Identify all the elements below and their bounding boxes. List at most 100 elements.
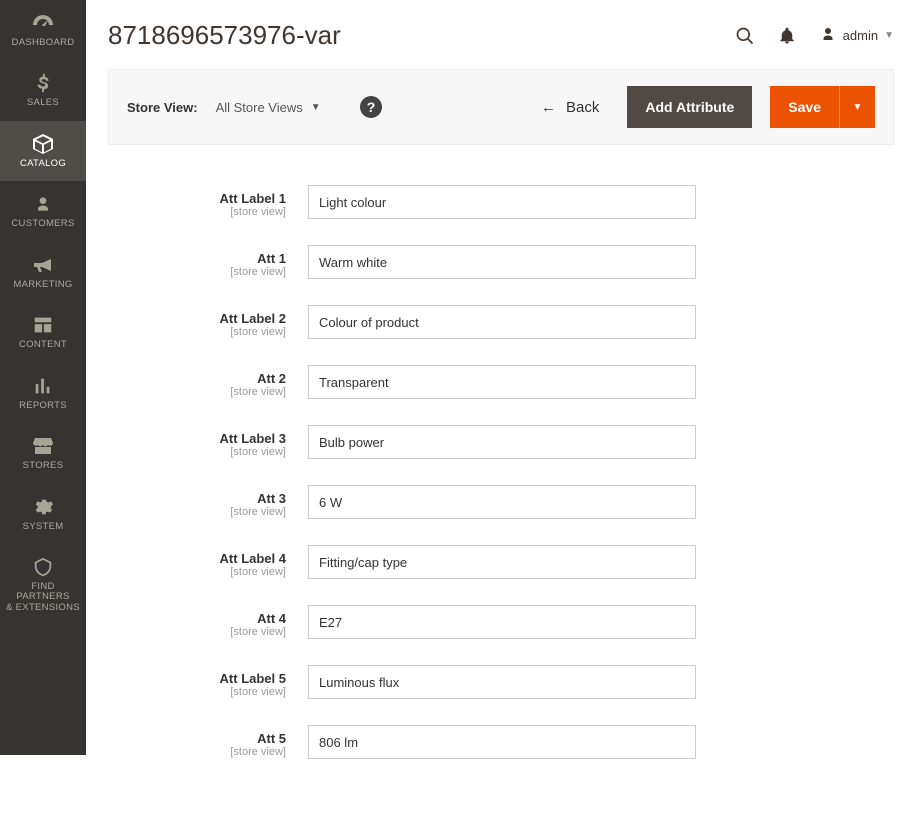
sidebar-item-marketing[interactable]: MARKETING (0, 242, 86, 302)
attribute-input[interactable] (308, 245, 696, 279)
field-input-col (308, 185, 696, 219)
caret-down-icon: ▼ (311, 102, 321, 113)
field-label: Att 2 (108, 371, 286, 386)
field-scope: [store view] (108, 686, 286, 698)
field-label-col: Att Label 1[store view] (108, 185, 308, 218)
sidebar-item-label: DASHBOARD (12, 38, 75, 48)
save-button[interactable]: Save (770, 86, 839, 128)
dollar-icon (32, 70, 54, 96)
field-label-col: Att Label 4[store view] (108, 545, 308, 578)
save-dropdown-toggle[interactable]: ▼ (839, 86, 875, 128)
field-scope: [store view] (108, 506, 286, 518)
attribute-input[interactable] (308, 425, 696, 459)
field-label-col: Att Label 5[store view] (108, 665, 308, 698)
field-scope: [store view] (108, 206, 286, 218)
bell-icon[interactable] (777, 26, 797, 46)
layout-icon (32, 312, 54, 338)
attribute-input[interactable] (308, 305, 696, 339)
sidebar-item-system[interactable]: SYSTEM (0, 484, 86, 544)
add-attribute-button[interactable]: Add Attribute (627, 86, 752, 128)
field-input-col (308, 725, 696, 759)
attribute-input[interactable] (308, 365, 696, 399)
help-icon[interactable]: ? (359, 95, 383, 119)
sidebar-item-dashboard[interactable]: DASHBOARD (0, 0, 86, 60)
bar-chart-icon (32, 373, 54, 399)
field-scope: [store view] (108, 266, 286, 278)
admin-sidebar: DASHBOARD SALES CATALOG CUSTOMERS MARKET… (0, 0, 86, 755)
page-header: 8718696573976-var admin ▼ (86, 0, 916, 69)
field-label: Att 1 (108, 251, 286, 266)
back-button[interactable]: ← Back (531, 99, 609, 116)
user-name: admin (843, 28, 878, 43)
sidebar-item-sales[interactable]: SALES (0, 60, 86, 120)
puzzle-icon (32, 554, 54, 580)
field-scope: [store view] (108, 566, 286, 578)
box-icon (31, 131, 55, 157)
field-input-col (308, 245, 696, 279)
sidebar-item-stores[interactable]: STORES (0, 423, 86, 483)
caret-down-icon: ▼ (853, 102, 863, 113)
sidebar-item-label: REPORTS (19, 401, 67, 411)
page-title: 8718696573976-var (108, 20, 341, 51)
field-label-col: Att 2[store view] (108, 365, 308, 398)
form-row: Att 5[store view] (108, 725, 894, 759)
attribute-input[interactable] (308, 665, 696, 699)
user-icon (819, 25, 837, 46)
field-input-col (308, 365, 696, 399)
form-row: Att Label 4[store view] (108, 545, 894, 579)
field-label: Att 4 (108, 611, 286, 626)
field-input-col (308, 485, 696, 519)
sidebar-item-partners[interactable]: FIND PARTNERS & EXTENSIONS (0, 544, 86, 625)
sidebar-item-content[interactable]: CONTENT (0, 302, 86, 362)
field-scope: [store view] (108, 446, 286, 458)
sidebar-item-reports[interactable]: REPORTS (0, 363, 86, 423)
form-row: Att Label 3[store view] (108, 425, 894, 459)
caret-down-icon: ▼ (884, 30, 894, 41)
sidebar-item-label: STORES (23, 461, 64, 471)
gauge-icon (31, 10, 55, 36)
attribute-input[interactable] (308, 725, 696, 759)
store-view-value: All Store Views (216, 100, 303, 115)
header-actions: admin ▼ (735, 25, 894, 46)
form-row: Att Label 1[store view] (108, 185, 894, 219)
back-label: Back (566, 99, 599, 116)
field-label: Att Label 1 (108, 191, 286, 206)
form-row: Att 2[store view] (108, 365, 894, 399)
field-label: Att Label 3 (108, 431, 286, 446)
store-view-switcher[interactable]: All Store Views ▼ (216, 100, 321, 115)
field-input-col (308, 425, 696, 459)
field-input-col (308, 665, 696, 699)
form-row: Att 3[store view] (108, 485, 894, 519)
field-input-col (308, 605, 696, 639)
sidebar-item-label: CATALOG (20, 159, 66, 169)
sidebar-item-label: SYSTEM (23, 522, 64, 532)
sidebar-item-label: SALES (27, 98, 59, 108)
search-icon[interactable] (735, 26, 755, 46)
main-content: 8718696573976-var admin ▼ Store View: Al… (86, 0, 916, 825)
attribute-input[interactable] (308, 485, 696, 519)
sidebar-item-customers[interactable]: CUSTOMERS (0, 181, 86, 241)
field-label: Att 3 (108, 491, 286, 506)
field-label: Att Label 4 (108, 551, 286, 566)
field-label: Att Label 5 (108, 671, 286, 686)
field-label: Att Label 2 (108, 311, 286, 326)
sidebar-item-label: CUSTOMERS (11, 219, 74, 229)
arrow-left-icon: ← (541, 99, 556, 116)
sidebar-item-catalog[interactable]: CATALOG (0, 121, 86, 181)
field-label: Att 5 (108, 731, 286, 746)
form-row: Att Label 5[store view] (108, 665, 894, 699)
form-row: Att 1[store view] (108, 245, 894, 279)
storefront-icon (31, 433, 55, 459)
product-form: Att Label 1[store view]Att 1[store view]… (86, 145, 916, 825)
form-row: Att Label 2[store view] (108, 305, 894, 339)
account-menu[interactable]: admin ▼ (819, 25, 894, 46)
megaphone-icon (31, 252, 55, 278)
attribute-input[interactable] (308, 605, 696, 639)
attribute-input[interactable] (308, 545, 696, 579)
field-scope: [store view] (108, 386, 286, 398)
attribute-input[interactable] (308, 185, 696, 219)
field-label-col: Att Label 3[store view] (108, 425, 308, 458)
field-label-col: Att 5[store view] (108, 725, 308, 758)
field-label-col: Att Label 2[store view] (108, 305, 308, 338)
page-toolbar: Store View: All Store Views ▼ ? ← Back A… (108, 69, 894, 145)
